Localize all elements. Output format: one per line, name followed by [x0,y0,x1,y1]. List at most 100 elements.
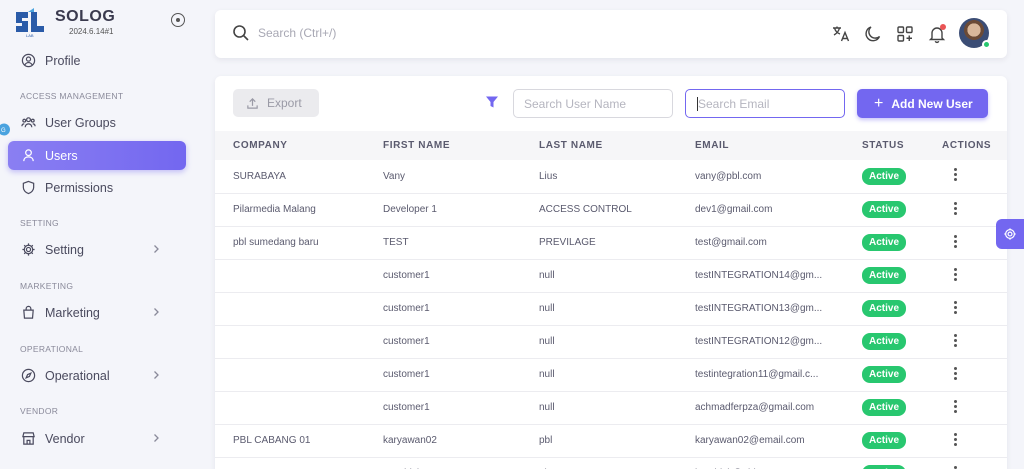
more-vertical-icon[interactable] [954,365,957,382]
status-badge: Active [862,465,907,469]
chevron-right-icon [154,434,159,442]
sidebar-item-label: Permissions [45,180,114,195]
sidebar-item-permissions[interactable]: Permissions [8,173,186,202]
svg-text:G: G [1,128,6,134]
table-row[interactable]: Pilarmedia Malang Developer 1 ACCESS CONTR… [215,193,1007,226]
table-row[interactable]: customer1 null testINTEGRATION12@gm... Acti… [215,325,1007,358]
brand[interactable]: LAB SOLOG 2024.6.14#1 [14,6,194,42]
sidebar-item-label: Marketing [45,305,100,320]
compass-icon [21,368,36,383]
sidebar-item-label: Profile [45,53,81,68]
actions-cell [942,160,1007,193]
user-avatar[interactable] [959,18,991,49]
svg-text:LAB: LAB [26,33,34,38]
table-row[interactable]: pbl sumedang baru TEST PREVILAGE test@gmail… [215,226,1007,259]
section-access-management: ACCESS MANAGEMENT [20,91,124,101]
table-row[interactable]: SURABAYAKendrickLiuskendrick@pbl.comActi… [215,457,1007,469]
sidebar-item-label: Operational [45,368,110,383]
online-status-dot [982,40,991,49]
plus-icon: + [874,94,884,112]
header-email[interactable]: EMAIL [695,131,862,160]
status-badge: Active [862,333,907,350]
email-cell: dev1@gmail.com [695,204,773,215]
company-cell [215,325,383,358]
last-name-cell: Lius [539,170,558,182]
chevron-right-icon [154,245,159,253]
more-vertical-icon[interactable] [954,464,957,469]
shortcuts-grid-icon[interactable] [895,24,915,44]
table-row[interactable]: PBL CABANG 01 karyawan02 pbl karyawan02@ema… [215,424,1007,457]
translate-icon[interactable] [831,24,851,44]
header-last-name[interactable]: LAST NAME [539,131,695,160]
user-icon [23,149,34,162]
solog-logo: LAB [16,8,44,38]
more-vertical-icon[interactable] [954,233,957,250]
more-vertical-icon[interactable] [954,398,957,415]
sidebar-item-marketing[interactable]: Marketing [8,298,186,327]
more-vertical-icon[interactable] [954,266,957,283]
last-name-cell: null [539,270,555,281]
users-table: COMPANY FIRST NAME LAST NAME EMAIL STATU… [215,131,1007,469]
chevron-right-icon [154,371,159,379]
email-cell: vany@pbl.com [695,170,762,182]
more-vertical-icon[interactable] [954,332,957,349]
dark-mode-moon-icon[interactable] [863,24,883,44]
add-new-user-button[interactable]: + Add New User [857,89,988,118]
header-first-name[interactable]: FIRST NAME [383,131,539,160]
more-vertical-icon[interactable] [954,299,957,316]
table-row[interactable]: customer1 null testINTEGRATION14@gm... Acti… [215,259,1007,292]
actions-cell [942,358,1007,391]
search-user-name-input[interactable]: Search User Name [513,89,673,118]
table-row[interactable]: customer1 null testINTEGRATION13@gm... Acti… [215,292,1007,325]
sidebar-item-user-groups[interactable]: User Groups [8,108,186,137]
sidebar-item-operational[interactable]: Operational [8,361,186,390]
sidebar-item-setting[interactable]: Setting [8,235,186,264]
gear-icon [22,243,35,256]
first-name-cell: customer1 [383,369,430,380]
status-badge: Active [862,300,907,317]
sidebar-item-vendor[interactable]: Vendor [8,424,186,453]
last-name-cell: null [539,369,555,380]
company-cell: PBL CABANG 01 [233,435,311,446]
company-cell: SURABAYA [215,457,383,469]
filter-icon[interactable] [485,95,499,109]
theme-customizer-button[interactable] [996,219,1024,249]
first-name-cell: customer1 [383,336,430,347]
sidebar-item-users[interactable]: Users [8,141,186,170]
section-operational: OPERATIONAL [20,344,84,354]
status-cell: Active [862,424,942,457]
actions-cell [942,325,1007,358]
header-company[interactable]: COMPANY [215,131,383,160]
more-vertical-icon[interactable] [954,431,957,448]
section-setting: SETTING [20,218,59,228]
add-new-user-label: Add New User [891,96,973,111]
store-icon [22,432,35,445]
search-icon[interactable] [232,24,250,42]
status-badge: Active [862,399,907,416]
email-cell: testINTEGRATION12@gm... [695,336,823,347]
gear-icon [1004,228,1016,240]
table-row[interactable]: customer1 null achmadferpza@gmail.com Activ… [215,391,1007,424]
section-vendor: VENDOR [20,406,59,416]
last-name-cell: ACCESS CONTROL [539,204,632,215]
status-badge: Active [862,234,907,251]
table-header-row: COMPANY FIRST NAME LAST NAME EMAIL STATU… [215,131,1007,160]
status-cell: Active [862,193,942,226]
sidebar-item-profile[interactable]: Profile [8,46,186,75]
more-vertical-icon[interactable] [954,166,957,183]
export-button[interactable]: Export [233,89,319,117]
more-vertical-icon[interactable] [954,200,957,217]
sidebar-toggle-icon[interactable] [171,13,185,27]
table-row[interactable]: SURABAYA Vany Lius vany@pbl.com Active [215,160,1007,193]
header-status[interactable]: STATUS [862,131,942,160]
global-search-input[interactable]: Search (Ctrl+/) [258,26,336,40]
actions-cell [942,457,1007,469]
sidebar: LAB SOLOG 2024.6.14#1 Profile ACCESS MAN… [0,0,198,469]
status-cell: Active [862,160,942,193]
export-label: Export [267,96,302,110]
status-cell: Active [862,358,942,391]
header-actions: ACTIONS [942,140,992,151]
status-badge: Active [862,201,907,218]
table-row[interactable]: customer1 null testintegration11@gmail.c..… [215,358,1007,391]
search-email-input[interactable]: Search Email [685,89,845,118]
